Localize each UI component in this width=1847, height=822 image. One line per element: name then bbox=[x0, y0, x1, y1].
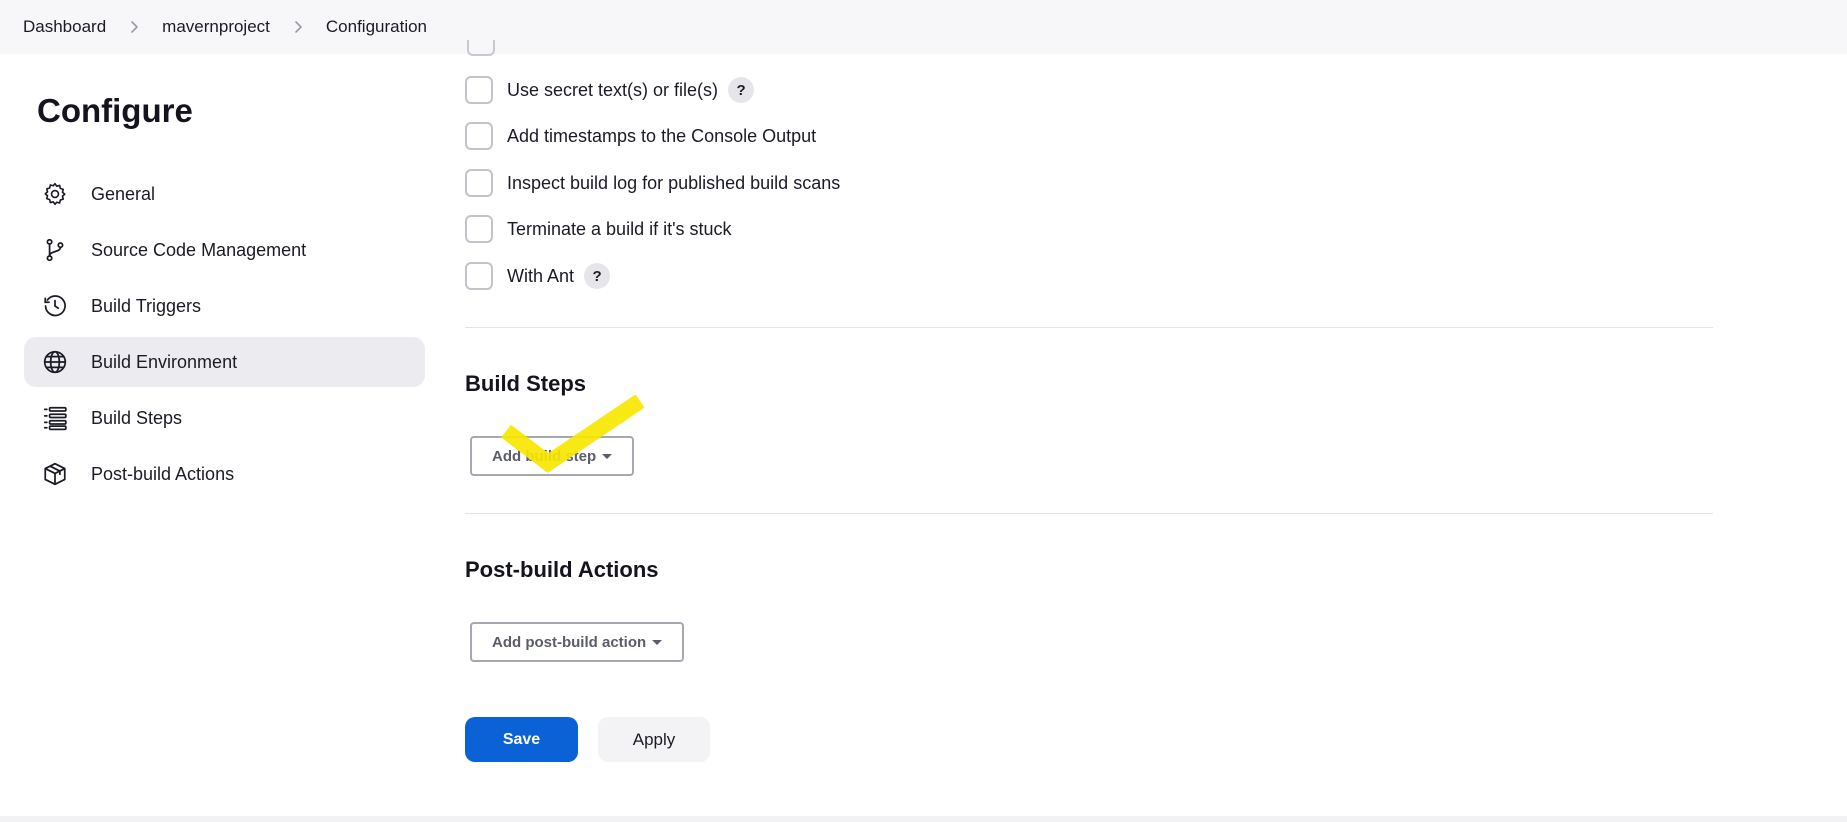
post-build-actions-title: Post-build Actions bbox=[465, 557, 659, 582]
option-terminate-stuck: Terminate a build if it's stuck bbox=[465, 215, 732, 243]
add-build-step-label: Add build step bbox=[492, 447, 597, 465]
breadcrumb-configuration[interactable]: Configuration bbox=[326, 17, 427, 37]
breadcrumb-dashboard[interactable]: Dashboard bbox=[23, 17, 106, 37]
option-label[interactable]: With Ant bbox=[507, 266, 574, 287]
sidebar-item-source-code-management[interactable]: Source Code Management bbox=[24, 225, 425, 275]
help-icon[interactable]: ? bbox=[728, 77, 755, 103]
sidebar-item-label: Build Environment bbox=[91, 351, 238, 372]
add-post-build-action-button[interactable]: Add post-build action bbox=[470, 622, 685, 662]
option-label[interactable]: Add timestamps to the Console Output bbox=[507, 126, 816, 147]
branch-icon bbox=[41, 236, 69, 264]
sidebar-item-label: Build Triggers bbox=[91, 295, 202, 316]
checkbox[interactable] bbox=[465, 262, 493, 290]
help-icon[interactable]: ? bbox=[584, 263, 611, 289]
add-build-step-button[interactable]: Add build step bbox=[470, 436, 635, 476]
sidebar-item-label: General bbox=[91, 183, 156, 204]
breadcrumb: Dashboard mavernproject Configuration bbox=[0, 0, 1847, 54]
option-add-timestamps: Add timestamps to the Console Output bbox=[465, 122, 816, 150]
sidebar-nav: General Source Code Management Build Tri… bbox=[24, 169, 425, 505]
option-label[interactable]: Terminate a build if it's stuck bbox=[507, 219, 732, 240]
page-title: Configure bbox=[37, 92, 193, 129]
option-label[interactable]: Inspect build log for published build sc… bbox=[507, 173, 840, 194]
clock-icon bbox=[41, 292, 69, 320]
list-icon bbox=[41, 404, 69, 432]
checkbox[interactable] bbox=[465, 122, 493, 150]
checkbox-partial[interactable] bbox=[467, 40, 495, 56]
checkbox[interactable] bbox=[465, 169, 493, 197]
package-icon bbox=[41, 460, 69, 488]
option-label[interactable]: Use secret text(s) or file(s) bbox=[507, 80, 718, 101]
page-footer-edge bbox=[0, 816, 1847, 822]
section-divider bbox=[465, 513, 1713, 514]
option-use-secret: Use secret text(s) or file(s) ? bbox=[465, 76, 755, 104]
sidebar-item-label: Post-build Actions bbox=[91, 463, 235, 484]
breadcrumb-project[interactable]: mavernproject bbox=[162, 17, 270, 37]
sidebar-item-build-environment[interactable]: Build Environment bbox=[24, 337, 425, 387]
add-post-build-action-label: Add post-build action bbox=[492, 633, 647, 651]
sidebar-item-build-triggers[interactable]: Build Triggers bbox=[24, 281, 425, 331]
sidebar-item-post-build-actions[interactable]: Post-build Actions bbox=[24, 449, 425, 499]
chevron-right-icon bbox=[126, 19, 142, 35]
checkbox[interactable] bbox=[465, 215, 493, 243]
build-steps-title: Build Steps bbox=[465, 371, 587, 396]
option-with-ant: With Ant ? bbox=[465, 262, 611, 290]
sidebar-item-label: Build Steps bbox=[91, 407, 183, 428]
caret-down-icon bbox=[652, 639, 663, 645]
caret-down-icon bbox=[602, 453, 613, 459]
gear-icon bbox=[41, 180, 69, 208]
option-inspect-build-log: Inspect build log for published build sc… bbox=[465, 169, 840, 197]
chevron-right-icon bbox=[290, 19, 306, 35]
sidebar-item-build-steps[interactable]: Build Steps bbox=[24, 393, 425, 443]
sidebar-item-general[interactable]: General bbox=[24, 169, 425, 219]
globe-icon bbox=[41, 348, 69, 376]
checkbox[interactable] bbox=[465, 76, 493, 104]
sidebar-item-label: Source Code Management bbox=[91, 239, 307, 260]
section-divider bbox=[465, 327, 1713, 328]
save-button[interactable]: Save bbox=[465, 717, 578, 762]
apply-button[interactable]: Apply bbox=[598, 717, 710, 762]
